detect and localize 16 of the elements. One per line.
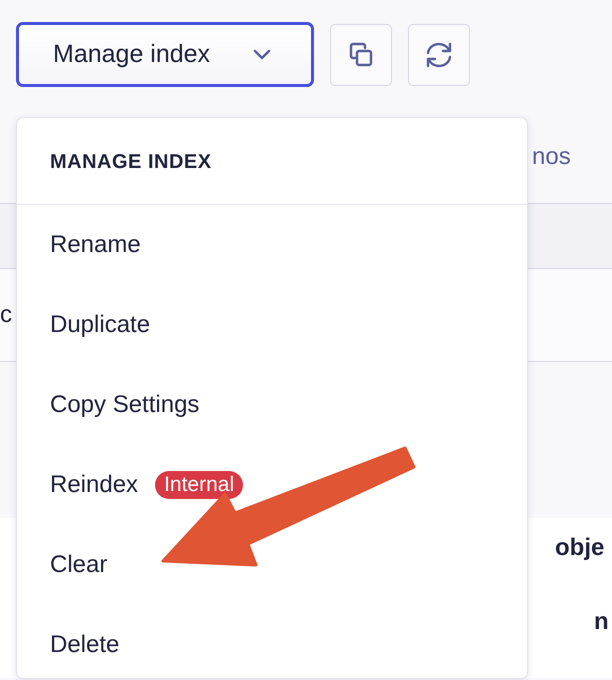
menu-item[interactable]: Copy Settings: [17, 365, 527, 445]
menu-item[interactable]: Rename: [17, 205, 527, 285]
internal-badge: Internal: [155, 471, 244, 499]
copy-button[interactable]: [330, 24, 392, 86]
column-heading: obje: [555, 534, 604, 562]
menu-item[interactable]: Clear: [17, 525, 527, 605]
column-heading: n: [594, 608, 609, 636]
menu-item[interactable]: Duplicate: [17, 285, 527, 365]
menu-item[interactable]: Delete: [17, 605, 527, 678]
row-text: c: [0, 301, 12, 329]
tab-label[interactable]: nos: [532, 143, 571, 171]
menu-item[interactable]: Reindex Internal: [17, 445, 527, 525]
menu-header: MANAGE INDEX: [17, 118, 527, 205]
manage-index-dropdown[interactable]: Manage index: [16, 22, 314, 87]
refresh-button[interactable]: [408, 24, 470, 86]
chevron-down-icon: [253, 49, 271, 60]
